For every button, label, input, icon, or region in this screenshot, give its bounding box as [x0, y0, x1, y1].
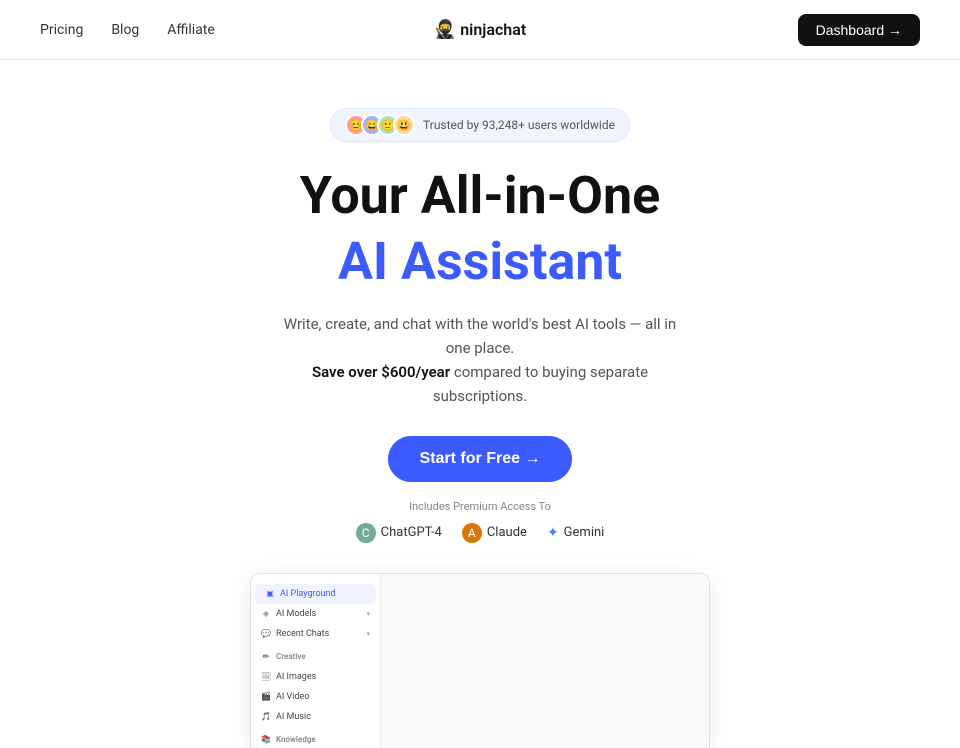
- hero-section: 😊 😄 🙂 😃 Trusted by 93,248+ users worldwi…: [0, 60, 960, 563]
- sidebar-label-playground: AI Playground: [280, 589, 336, 599]
- sidebar-item-images[interactable]: 🖼 AI Images: [251, 667, 380, 687]
- models-chevron-icon: ▾: [366, 610, 370, 618]
- cta-button[interactable]: Start for Free →: [388, 436, 573, 482]
- sidebar-label-images: AI Images: [276, 672, 316, 682]
- claude-label: Claude: [487, 525, 527, 540]
- video-icon: 🎬: [261, 692, 271, 702]
- app-preview: ▣ AI Playground ◈ AI Models ▾ 💬 Recent C…: [250, 573, 710, 748]
- app-preview-wrapper: ▣ AI Playground ◈ AI Models ▾ 💬 Recent C…: [0, 563, 960, 748]
- sidebar-label-models: AI Models: [276, 609, 316, 619]
- hero-save-amount: Save over $600/year: [312, 363, 450, 381]
- hero-subtitle-line1: Write, create, and chat with the world's…: [284, 315, 676, 357]
- ai-badges: C ChatGPT-4 A Claude ✦ Gemini: [356, 523, 605, 543]
- models-icon: ◈: [261, 609, 271, 619]
- sidebar-label-chats: Recent Chats: [276, 629, 329, 639]
- sidebar-item-chats[interactable]: 💬 Recent Chats ▾: [251, 624, 380, 644]
- logo-icon: 🥷: [434, 19, 456, 40]
- sidebar-section-creative: ✏ Creative: [251, 644, 380, 667]
- ai-badge-claude: A Claude: [462, 523, 527, 543]
- music-icon: 🎵: [261, 712, 271, 722]
- hero-subtitle-rest: compared to buying separate subscription…: [433, 363, 648, 405]
- chatgpt-label: ChatGPT-4: [381, 525, 442, 540]
- ai-badge-chatgpt: C ChatGPT-4: [356, 523, 442, 543]
- dashboard-button[interactable]: Dashboard →: [798, 14, 920, 46]
- avatar-4: 😃: [393, 114, 415, 136]
- trusted-text: Trusted by 93,248+ users worldwide: [423, 118, 615, 132]
- app-main-content: [381, 574, 709, 748]
- sidebar-label-music: AI Music: [276, 712, 311, 722]
- sidebar-label-creative: Creative: [276, 652, 306, 661]
- sidebar-item-video[interactable]: 🎬 AI Video: [251, 687, 380, 707]
- chatgpt-icon: C: [356, 523, 376, 543]
- sidebar-section-knowledge: 📚 Knowledge: [251, 727, 380, 748]
- gemini-icon: ✦: [547, 525, 559, 541]
- gemini-label: Gemini: [564, 525, 605, 540]
- includes-label: Includes Premium Access To: [409, 500, 551, 513]
- knowledge-section-icon: 📚: [261, 735, 271, 745]
- nav-pricing[interactable]: Pricing: [40, 22, 83, 38]
- hero-title-line2: AI Assistant: [338, 232, 622, 292]
- app-sidebar: ▣ AI Playground ◈ AI Models ▾ 💬 Recent C…: [251, 574, 381, 748]
- images-icon: 🖼: [261, 672, 271, 682]
- playground-icon: ▣: [265, 589, 275, 599]
- nav-blog[interactable]: Blog: [111, 22, 139, 38]
- logo[interactable]: 🥷 ninjachat: [434, 19, 526, 40]
- nav-affiliate[interactable]: Affiliate: [167, 22, 215, 38]
- hero-subtitle: Write, create, and chat with the world's…: [270, 312, 690, 408]
- creative-section-icon: ✏: [261, 652, 271, 662]
- chats-chevron-icon: ▾: [366, 630, 370, 638]
- sidebar-label-knowledge: Knowledge: [276, 735, 316, 744]
- navbar: Pricing Blog Affiliate 🥷 ninjachat Dashb…: [0, 0, 960, 60]
- sidebar-label-video: AI Video: [276, 692, 309, 702]
- claude-icon: A: [462, 523, 482, 543]
- ai-badge-gemini: ✦ Gemini: [547, 525, 604, 541]
- sidebar-item-models[interactable]: ◈ AI Models ▾: [251, 604, 380, 624]
- trusted-badge: 😊 😄 🙂 😃 Trusted by 93,248+ users worldwi…: [330, 108, 630, 142]
- logo-text: ninjachat: [460, 20, 526, 39]
- sidebar-item-playground[interactable]: ▣ AI Playground: [255, 584, 376, 604]
- trusted-avatars: 😊 😄 🙂 😃: [345, 114, 415, 136]
- sidebar-item-music[interactable]: 🎵 AI Music: [251, 707, 380, 727]
- hero-title-line1: Your All-in-One: [300, 166, 660, 226]
- nav-links: Pricing Blog Affiliate: [40, 22, 215, 38]
- chats-icon: 💬: [261, 629, 271, 639]
